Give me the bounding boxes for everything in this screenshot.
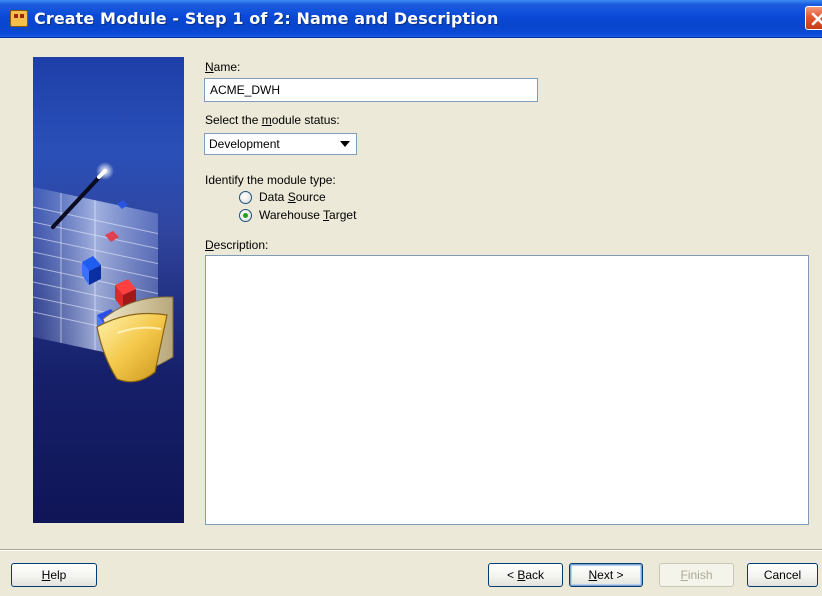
description-textarea[interactable] — [205, 255, 809, 525]
close-icon — [811, 12, 822, 26]
button-bar-separator — [0, 549, 822, 551]
title-bar[interactable]: Create Module - Step 1 of 2: Name and De… — [0, 0, 822, 38]
back-button[interactable]: < Back — [488, 563, 563, 587]
radio-data-source-label[interactable]: Data Source — [259, 190, 326, 204]
module-type-label: Identify the module type: — [205, 173, 336, 187]
next-button[interactable]: Next > — [569, 563, 643, 587]
wizard-banner-image — [33, 57, 184, 523]
name-input[interactable] — [204, 78, 538, 102]
module-status-select[interactable]: Development — [204, 133, 357, 155]
radio-warehouse-target-label[interactable]: Warehouse Target — [259, 208, 356, 222]
help-button[interactable]: Help — [11, 563, 97, 587]
radio-data-source[interactable] — [239, 191, 252, 204]
chevron-down-icon[interactable] — [340, 141, 350, 147]
module-status-label: Select the module status: — [205, 113, 340, 127]
finish-button[interactable]: Finish — [659, 563, 734, 587]
name-label: Name: — [205, 60, 241, 74]
app-icon — [10, 10, 28, 27]
close-button[interactable] — [805, 6, 822, 30]
cancel-button[interactable]: Cancel — [747, 563, 818, 587]
radio-warehouse-target[interactable] — [239, 209, 252, 222]
window-title: Create Module - Step 1 of 2: Name and De… — [34, 9, 499, 28]
description-label: Description: — [205, 238, 269, 252]
create-module-dialog: Create Module - Step 1 of 2: Name and De… — [0, 0, 822, 596]
module-status-value: Development — [209, 137, 280, 151]
